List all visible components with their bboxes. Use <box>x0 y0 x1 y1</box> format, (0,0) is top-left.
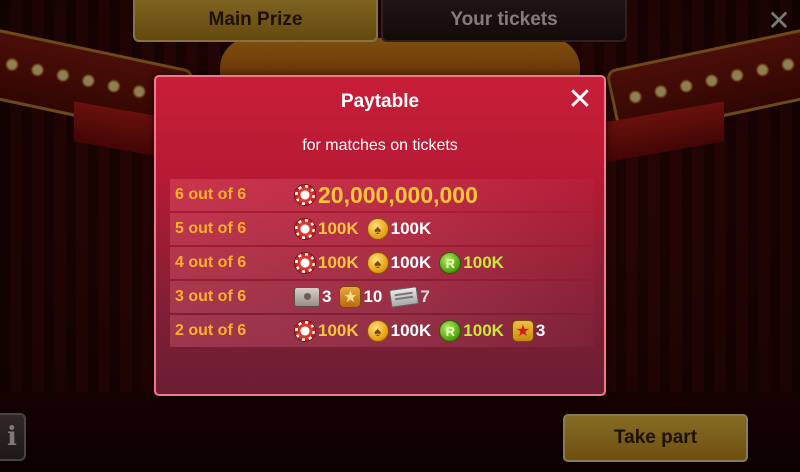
prize-value: 100K <box>318 253 359 272</box>
prize-value: 10 <box>363 287 383 306</box>
prize-item: 20,000,000,000 <box>294 182 478 209</box>
prize-item: 100K <box>439 252 504 274</box>
prize-value: 100K <box>390 253 432 272</box>
prize-item: 100K <box>366 320 432 342</box>
dialog-title: Paytable <box>340 91 420 112</box>
prize-item: 7 <box>389 286 430 308</box>
paytable-row: 3 out of 6 3 10 7 <box>170 281 594 313</box>
prize-value: 3 <box>535 321 546 340</box>
prize-item: 100K <box>366 252 432 274</box>
paytable-row: 5 out of 6 100K 100K <box>170 213 594 245</box>
prize-list: 100K 100K 100K 3 <box>294 320 553 342</box>
prize-value: 100K <box>318 219 359 238</box>
chip-icon <box>294 218 316 240</box>
match-label: 3 out of 6 <box>175 288 247 305</box>
paytable-row: 2 out of 6 100K 100K 100K 3 <box>170 315 594 347</box>
prize-value: 7 <box>420 287 430 306</box>
paytable-dialog: Paytable ✕ for matches on tickets 6 out … <box>154 75 606 396</box>
chip-icon <box>294 320 316 342</box>
dialog-close-icon[interactable]: ✕ <box>566 85 594 115</box>
prize-item: 3 <box>511 320 546 342</box>
rcoin-icon <box>439 320 462 342</box>
prize-value: 100K <box>318 321 359 340</box>
match-label: 2 out of 6 <box>175 322 247 339</box>
prize-item: 100K <box>294 252 359 274</box>
star-icon <box>339 286 362 308</box>
paytable-rows: 6 out of 6 20,000,000,000 5 out of 6 100… <box>170 179 594 349</box>
prize-item: 100K <box>294 320 359 342</box>
match-label: 5 out of 6 <box>175 220 247 237</box>
dialog-subtitle: for matches on tickets <box>302 137 458 154</box>
prize-value: 100K <box>463 253 504 272</box>
coin-icon <box>366 252 389 274</box>
prize-item: 100K <box>294 218 359 240</box>
prize-list: 3 10 7 <box>294 286 438 308</box>
prize-value: 20,000,000,000 <box>318 181 478 208</box>
coin-icon <box>366 320 389 342</box>
prize-value: 100K <box>390 219 432 238</box>
rcoin-icon <box>439 252 462 274</box>
star-red-icon <box>511 320 534 342</box>
match-label: 4 out of 6 <box>175 254 247 271</box>
coin-icon <box>366 218 389 240</box>
prize-list: 100K 100K <box>294 218 439 240</box>
prize-value: 3 <box>322 287 332 306</box>
prize-list: 100K 100K 100K <box>294 252 512 274</box>
chip-icon <box>294 184 316 206</box>
prize-item: 100K <box>439 320 504 342</box>
prize-item: 3 <box>294 287 331 307</box>
prize-item: 100K <box>366 218 432 240</box>
prize-value: 100K <box>463 321 504 340</box>
case-icon <box>294 287 320 307</box>
paytable-row: 4 out of 6 100K 100K 100K <box>170 247 594 279</box>
prize-list: 20,000,000,000 <box>294 182 486 209</box>
match-label: 6 out of 6 <box>175 186 247 203</box>
prize-item: 10 <box>339 286 382 308</box>
ticket-icon <box>389 286 420 308</box>
paytable-row: 6 out of 6 20,000,000,000 <box>170 179 594 211</box>
chip-icon <box>294 252 316 274</box>
prize-value: 100K <box>390 321 432 340</box>
